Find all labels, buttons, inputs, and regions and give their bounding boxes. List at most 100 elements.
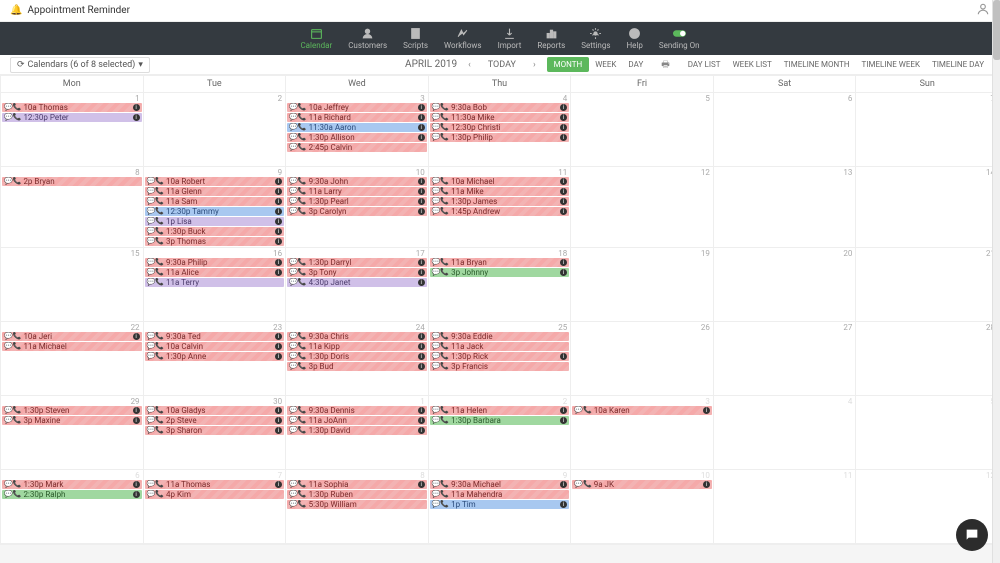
calendar-cell[interactable]: 26 [571,322,714,395]
appointment[interactable]: 💬📞10a Gladysi [145,406,285,415]
today-button[interactable]: TODAY [482,58,522,72]
chat-button[interactable] [956,519,988,551]
appointment[interactable]: 💬📞11a Sami [145,197,285,206]
appointment[interactable]: 💬📞10a Roberti [145,177,285,186]
appointment[interactable]: 💬📞2:45p Calvin [287,143,427,152]
appointment[interactable]: 💬📞10a Michaeli [430,177,570,186]
appointment[interactable]: 💬📞10a Kareni [572,406,712,415]
scroll-thumb[interactable] [993,0,1000,60]
appointment[interactable]: 💬📞9:30a Philipi [145,258,285,267]
calendar-cell[interactable]: 15 [1,248,144,321]
calendar-cell[interactable]: 13 [714,167,857,247]
appointment[interactable]: 💬📞11a Glenni [145,187,285,196]
appointment[interactable]: 💬📞12:30p Christii [430,123,570,132]
nav-import[interactable]: Import [490,25,530,52]
appointment[interactable]: 💬📞11a Richardi [287,113,427,122]
appointment[interactable]: 💬📞9:30a Michaeli [430,480,570,489]
calendar-cell[interactable]: 5 [856,396,999,469]
calendar-cell[interactable]: 27 [714,322,857,395]
appointment[interactable]: 💬📞1:30p Darryli [287,258,427,267]
nav-help[interactable]: Help [618,25,650,52]
user-icon[interactable] [976,2,990,19]
calendar-cell[interactable]: 8💬📞11a Sophiai💬📞1:30p Ruben💬📞5:30p Willi… [286,470,429,543]
calendar-cell[interactable]: 20 [714,248,857,321]
appointment[interactable]: 💬📞9:30a Tedi [145,332,285,341]
nav-sending[interactable]: Sending On [651,25,708,52]
view-timeline-month[interactable]: TIMELINE MONTH [778,58,856,71]
calendar-cell[interactable]: 29💬📞1:30p Steveni💬📞3p Maxinei [1,396,144,469]
appointment[interactable]: 💬📞11a Alicei [145,268,285,277]
view-day[interactable]: DAY [622,58,649,71]
appointment[interactable]: 💬📞3p Thomasi [145,237,285,246]
calendar-cell[interactable]: 10💬📞9a JKi [571,470,714,543]
appointment[interactable]: 💬📞1:30p Steveni [2,406,142,415]
appointment[interactable]: 💬📞10a Thomasi [2,103,142,112]
calendar-cell[interactable]: 11💬📞10a Michaeli💬📞11a Mikei💬📞1:30p James… [429,167,572,247]
nav-reports[interactable]: Reports [529,25,573,52]
view-timeline-week[interactable]: TIMELINE WEEK [856,58,926,71]
appointment[interactable]: 💬📞3p Sharoni [145,426,285,435]
calendar-cell[interactable]: 18💬📞11a Bryani💬📞3p Johnnyi [429,248,572,321]
appointment[interactable]: 💬📞3p Johnnyi [430,268,570,277]
appointment[interactable]: 💬📞5:30p William [287,500,427,509]
appointment[interactable]: 💬📞10a Jerii [2,332,142,341]
calendar-cell[interactable]: 7💬📞11a Thomasi💬📞4p Kim [144,470,287,543]
prev-month[interactable]: ‹ [463,60,476,70]
appointment[interactable]: 💬📞1:30p Ruben [287,490,427,499]
appointment[interactable]: 💬📞1p Timi [430,500,570,509]
appointment[interactable]: 💬📞11a Mikei [430,187,570,196]
calendar-cell[interactable]: 23💬📞9:30a Tedi💬📞10a Calvini💬📞1:30p Annei [144,322,287,395]
appointment[interactable]: 💬📞11a Heleni [430,406,570,415]
appointment[interactable]: 💬📞4:30p Janeti [287,278,427,287]
calendar-cell[interactable]: 22💬📞10a Jerii💬📞11a Michael [1,322,144,395]
nav-customers[interactable]: Customers [340,25,395,52]
view-week-list[interactable]: WEEK LIST [727,58,778,71]
appointment[interactable]: 💬📞11a Terry [145,278,285,287]
calendar-cell[interactable]: 10💬📞9:30a Johni💬📞11a Larryi💬📞1:30p Pearl… [286,167,429,247]
appointment[interactable]: 💬📞11a Jack [430,342,570,351]
calendar-cell[interactable]: 8💬📞2p Bryan [1,167,144,247]
calendar-cell[interactable]: 5 [571,93,714,166]
appointment[interactable]: 💬📞2p Bryan [2,177,142,186]
appointment[interactable]: 💬📞11a Sophiai [287,480,427,489]
appointment[interactable]: 💬📞9:30a Johni [287,177,427,186]
appointment[interactable]: 💬📞9:30a Eddie [430,332,570,341]
calendar-cell[interactable]: 12 [571,167,714,247]
appointment[interactable]: 💬📞1:45p Andrewi [430,207,570,216]
appointment[interactable]: 💬📞11a Thomasi [145,480,285,489]
calendar-cell[interactable]: 19 [571,248,714,321]
print-icon[interactable]: 🖶 [655,57,676,73]
calendar-cell[interactable]: 2 [144,93,287,166]
calendar-cell[interactable]: 25💬📞9:30a Eddie💬📞11a Jack💬📞1:30p Ricki💬📞… [429,322,572,395]
calendar-cell[interactable]: 24💬📞9:30a Chrisi💬📞11a Kippi💬📞1:30p Doris… [286,322,429,395]
appointment[interactable]: 💬📞1:30p Ricki [430,352,570,361]
next-month[interactable]: › [528,60,541,70]
appointment[interactable]: 💬📞1:30p Jamesi [430,197,570,206]
scrollbar[interactable] [992,0,1000,563]
appointment[interactable]: 💬📞10a Calvini [145,342,285,351]
calendar-cell[interactable]: 6 [714,93,857,166]
appointment[interactable]: 💬📞1:30p Davidi [287,426,427,435]
calendars-dropdown[interactable]: ⟳ Calendars (6 of 8 selected) ▾ [10,57,150,73]
calendar-cell[interactable]: 21 [856,248,999,321]
calendar-cell[interactable]: 4 [714,396,857,469]
appointment[interactable]: 💬📞9:30a Bobi [430,103,570,112]
calendar-cell[interactable]: 28 [856,322,999,395]
appointment[interactable]: 💬📞11a Bryani [430,258,570,267]
view-day-list[interactable]: DAY LIST [682,58,727,71]
appointment[interactable]: 💬📞1:30p Allisoni [287,133,427,142]
nav-scripts[interactable]: Scripts [395,25,436,52]
appointment[interactable]: 💬📞1:30p Dorisi [287,352,427,361]
calendar-cell[interactable]: 11 [714,470,857,543]
appointment[interactable]: 💬📞11:30a Mikei [430,113,570,122]
calendar-cell[interactable]: 30💬📞10a Gladysi💬📞2p Stevei💬📞3p Sharoni [144,396,287,469]
appointment[interactable]: 💬📞1:30p Bucki [145,227,285,236]
calendar-cell[interactable]: 3💬📞10a Kareni [571,396,714,469]
appointment[interactable]: 💬📞9:30a Dennisi [287,406,427,415]
view-week[interactable]: WEEK [589,58,622,71]
calendar-cell[interactable]: 9💬📞10a Roberti💬📞11a Glenni💬📞11a Sami💬📞12… [144,167,287,247]
appointment[interactable]: 💬📞1:30p Annei [145,352,285,361]
calendar-cell[interactable]: 7 [856,93,999,166]
appointment[interactable]: 💬📞11a Mahendra [430,490,570,499]
calendar-cell[interactable]: 14 [856,167,999,247]
